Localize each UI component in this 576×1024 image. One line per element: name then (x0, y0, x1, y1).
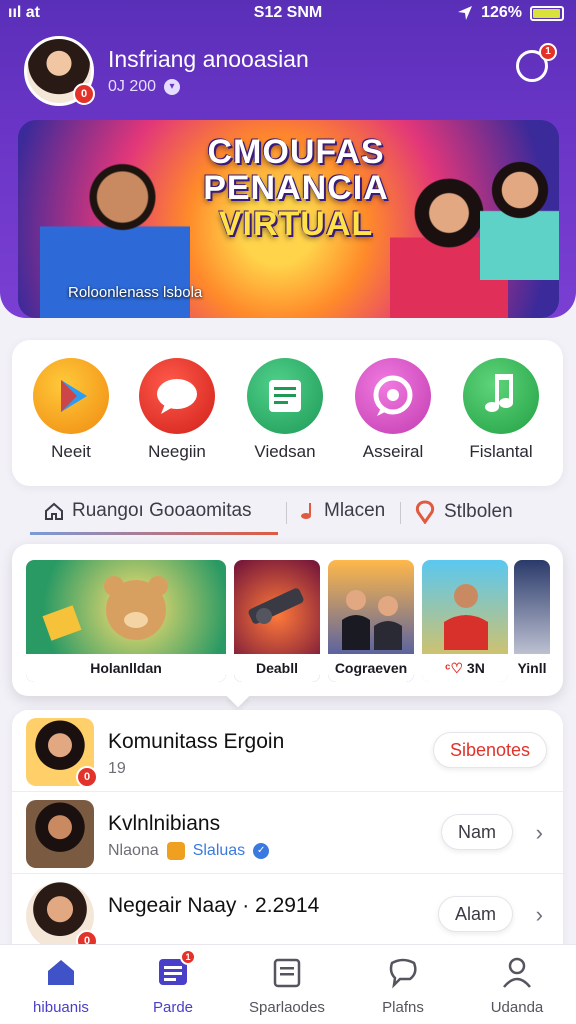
home-icon (45, 502, 63, 520)
location-pin-icon (415, 500, 435, 524)
category-asseiral[interactable]: Asseiral (348, 358, 438, 462)
games-carousel: Holanlldan Deabll Cograeven ᶜ♡ 3N Yinll (12, 544, 563, 708)
notification-badge: 1 (539, 43, 557, 61)
avatar-badge: 0 (73, 83, 95, 105)
chevron-down-icon[interactable]: ▾ (164, 79, 181, 95)
promo-banner[interactable]: CMOUFAS PENANCIA VIRTUAL Roloonlenass ls… (18, 120, 559, 318)
header: ııl at S12 SNM 126% 0 Insfriang anooasia… (0, 0, 576, 318)
banner-person-far-right (480, 160, 559, 280)
list-item[interactable]: 0 Negeair Naay · 2.2914 Alam › (12, 874, 563, 950)
category-fislantal[interactable]: Fislantal (456, 358, 546, 462)
notification-icon[interactable]: 1 (516, 43, 557, 82)
bottom-nav: hibuanis 1 Parde Sparlaodes Plafns Udand… (0, 944, 576, 1024)
blaster-icon (248, 588, 304, 624)
avatar: 0 (26, 718, 98, 788)
user-icon (500, 955, 534, 989)
tab-ruangoi[interactable]: Ruangoı Gooaomitas (44, 500, 252, 522)
join-button[interactable]: Sibenotes (432, 732, 547, 768)
avatar: 0 (26, 882, 98, 950)
game-card[interactable]: Yinll (514, 560, 550, 682)
game-card[interactable]: Deabll (234, 560, 320, 682)
players-icon (342, 590, 402, 650)
clipboard-icon (270, 955, 304, 989)
tab-stlbolen[interactable]: Stlbolen (414, 500, 513, 524)
banner-caption: Roloonlenass lsbola (68, 284, 203, 301)
avatar (26, 800, 94, 868)
chat-bubble-icon (139, 358, 215, 434)
action-button[interactable]: Alam (437, 896, 513, 932)
game-card[interactable]: Cograeven (328, 560, 414, 682)
nav-plafns[interactable]: Plafns (348, 955, 458, 1016)
active-tab-indicator (30, 532, 278, 535)
profile-avatar[interactable]: 0 (24, 36, 95, 106)
bear-mascot-icon (42, 576, 168, 641)
list-document-icon (247, 358, 323, 434)
heart-icon: ᶜ♡ (445, 660, 467, 676)
nav-sparlaodes[interactable]: Sparlaodes (232, 955, 342, 1016)
battery-percent: 126% (481, 4, 522, 21)
play-store-icon (33, 358, 109, 434)
home-icon (44, 955, 78, 989)
chat-icon (386, 955, 420, 989)
category-card: Neeit Neegiin Viedsan Asseiral Fislantal (12, 340, 563, 486)
nav-parde[interactable]: 1 Parde (118, 949, 228, 1016)
tab-bar: Ruangoı Gooaomitas Mlacen Stlbolen (0, 490, 576, 540)
verified-icon: ✓ (253, 843, 270, 859)
list-icon: 1 (156, 949, 196, 989)
badge-icon (166, 842, 185, 860)
nav-udanda[interactable]: Udanda (462, 955, 572, 1016)
status-bar: ııl at S12 SNM 126% (0, 0, 576, 26)
nav-home[interactable]: hibuanis (6, 955, 116, 1016)
music-note-icon (463, 358, 539, 434)
battery-icon (530, 5, 564, 21)
category-neeit[interactable]: Neeit (26, 358, 116, 462)
location-icon (458, 6, 473, 20)
tab-mlacen[interactable]: Mlacen (298, 500, 385, 522)
category-neegiin[interactable]: Neegiin (132, 358, 222, 462)
chevron-right-icon[interactable]: › (536, 902, 543, 928)
game-card[interactable]: ᶜ♡ 3N (422, 560, 508, 682)
chat-ring-icon (355, 358, 431, 434)
player-icon (444, 584, 488, 650)
game-card[interactable]: Holanlldan (26, 560, 226, 682)
chevron-right-icon[interactable]: › (536, 820, 543, 846)
music-icon (301, 503, 311, 519)
list-item[interactable]: Kvlnlnibians Nlaona Slaluas ✓ Nam › (12, 792, 563, 874)
list-item[interactable]: 0 Komunitass Ergoin 19 Sibenotes (12, 710, 563, 792)
profile-balance: 0J 200 (108, 78, 157, 95)
category-viedsan[interactable]: Viedsan (240, 358, 330, 462)
profile-name: Insfriang anooasian (108, 46, 309, 72)
community-list: 0 Komunitass Ergoin 19 Sibenotes Kvlnlni… (12, 710, 563, 950)
action-button[interactable]: Nam (440, 814, 513, 850)
banner-title: CMOUFAS PENANCIA VIRTUAL (203, 133, 389, 243)
